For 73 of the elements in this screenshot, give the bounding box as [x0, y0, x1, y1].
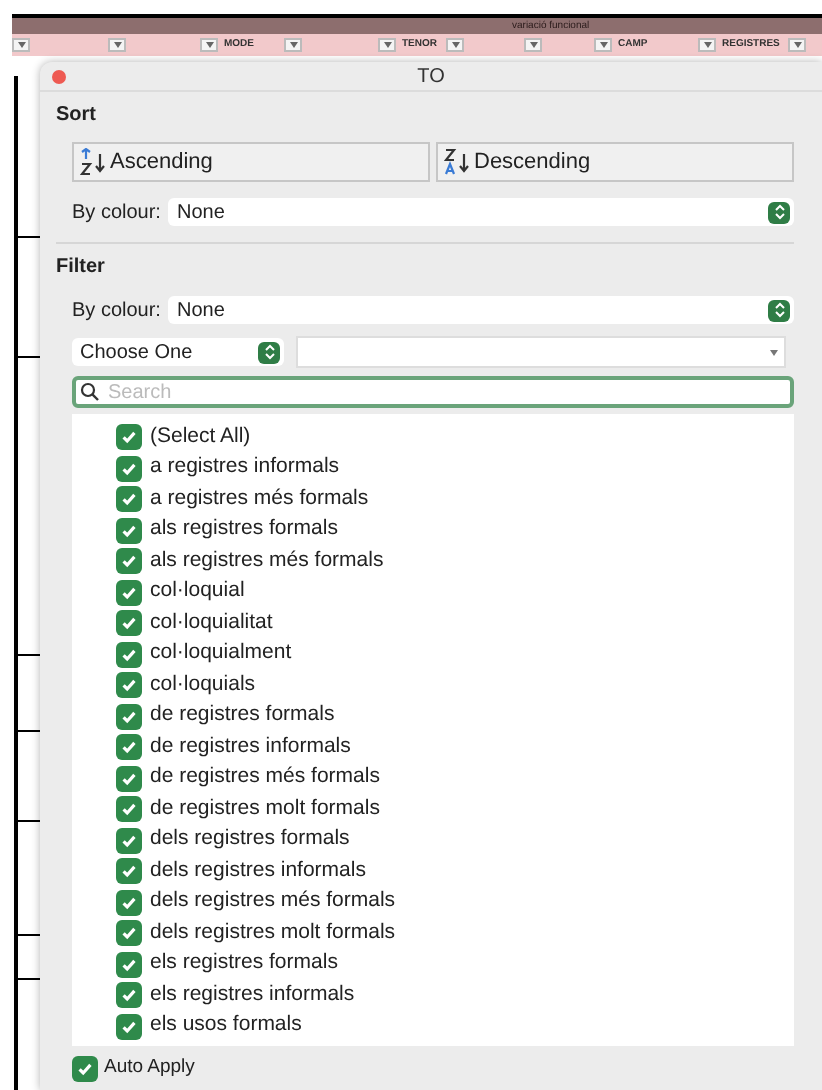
- section-heading: Filter: [54, 254, 107, 282]
- list-item-label[interactable]: dels registres informals: [150, 855, 366, 888]
- list-item-label[interactable]: els usos formals: [150, 1010, 302, 1043]
- list-item-label[interactable]: de registres molt formals: [150, 793, 380, 826]
- checkbox[interactable]: [116, 610, 142, 637]
- checkbox[interactable]: [116, 858, 142, 885]
- check-icon: [76, 1059, 94, 1078]
- checkbox[interactable]: [116, 641, 142, 668]
- stepper-icon: [258, 341, 280, 363]
- list-item-label[interactable]: col·loquial: [150, 576, 245, 609]
- stepper-icon: [768, 299, 790, 321]
- checkbox[interactable]: [116, 889, 142, 916]
- colour-select[interactable]: None: [168, 198, 794, 226]
- list-item-label[interactable]: dels registres formals: [150, 824, 350, 857]
- list-item-label[interactable]: a registres més formals: [150, 483, 369, 516]
- list-item-label[interactable]: els registres informals: [150, 979, 355, 1012]
- search-icon: [80, 382, 100, 402]
- filter-dropdown-button[interactable]: [788, 38, 806, 52]
- checkbox[interactable]: [116, 796, 142, 823]
- section-heading: Sort: [54, 102, 98, 130]
- checkbox[interactable]: [116, 982, 142, 1009]
- checkbox[interactable]: [116, 455, 142, 482]
- list-item-label[interactable]: de registres informals: [150, 731, 351, 764]
- list-item-label[interactable]: als registres formals: [150, 514, 338, 547]
- list-item-label[interactable]: col·loquialment: [150, 638, 292, 671]
- list-item-label[interactable]: els registres formals: [150, 948, 338, 981]
- condition-select[interactable]: Choose One: [72, 338, 284, 366]
- value-field[interactable]: [296, 336, 786, 368]
- checkbox[interactable]: [116, 486, 142, 513]
- close-icon[interactable]: [52, 69, 66, 83]
- checkbox[interactable]: [116, 672, 142, 699]
- auto-apply-label[interactable]: Auto Apply: [104, 1054, 195, 1083]
- checkbox[interactable]: [116, 579, 142, 606]
- checkbox[interactable]: [116, 548, 142, 575]
- filter-dropdown-button[interactable]: [108, 38, 126, 52]
- filter-dropdown-button[interactable]: [524, 38, 542, 52]
- filter-dropdown-button[interactable]: [594, 38, 612, 52]
- list-item-label[interactable]: dels registres més formals: [150, 886, 396, 919]
- list-item-label[interactable]: dels registres molt formals: [150, 917, 396, 950]
- by-colour-label: By colour:: [72, 199, 161, 227]
- checkbox[interactable]: [116, 703, 142, 730]
- search-field[interactable]: Search: [72, 376, 794, 408]
- list-item-label[interactable]: a registres informals: [150, 452, 340, 485]
- filter-dropdown-button[interactable]: [446, 38, 464, 52]
- ascending-button[interactable]: Ascending: [72, 142, 430, 182]
- checkbox[interactable]: [116, 827, 142, 854]
- colour-select[interactable]: None: [168, 296, 794, 324]
- checkbox[interactable]: [116, 424, 142, 451]
- stepper-icon: [768, 201, 790, 223]
- panel-title: TO: [417, 63, 445, 91]
- filter-dropdown-button[interactable]: [378, 38, 396, 52]
- descending-button[interactable]: Descending: [436, 142, 794, 182]
- filter-dropdown-button[interactable]: [12, 38, 30, 52]
- checkbox[interactable]: [116, 920, 142, 947]
- list-item-label[interactable]: col·loquials: [150, 669, 256, 702]
- list-item-label[interactable]: col·loquialitat: [150, 607, 273, 640]
- checkbox[interactable]: [116, 1013, 142, 1040]
- list-item-label[interactable]: de registres més formals: [150, 762, 380, 795]
- filter-dropdown-button[interactable]: [200, 38, 218, 52]
- sort-icon: [80, 148, 106, 176]
- sort-icon: [444, 148, 470, 176]
- list-item-label[interactable]: (Select All): [150, 421, 251, 454]
- checkbox[interactable]: [116, 734, 142, 761]
- filter-dropdown-button[interactable]: [284, 38, 302, 52]
- by-colour-label: By colour:: [72, 297, 161, 325]
- filter-dropdown-button[interactable]: [698, 38, 716, 52]
- checkbox[interactable]: [116, 517, 142, 544]
- checkbox[interactable]: [72, 1055, 98, 1082]
- list-item-label[interactable]: als registres més formals: [150, 545, 384, 578]
- checkbox[interactable]: [116, 765, 142, 792]
- list-item-label[interactable]: de registres formals: [150, 700, 335, 733]
- caret-icon: [770, 349, 778, 355]
- checkbox[interactable]: [116, 951, 142, 978]
